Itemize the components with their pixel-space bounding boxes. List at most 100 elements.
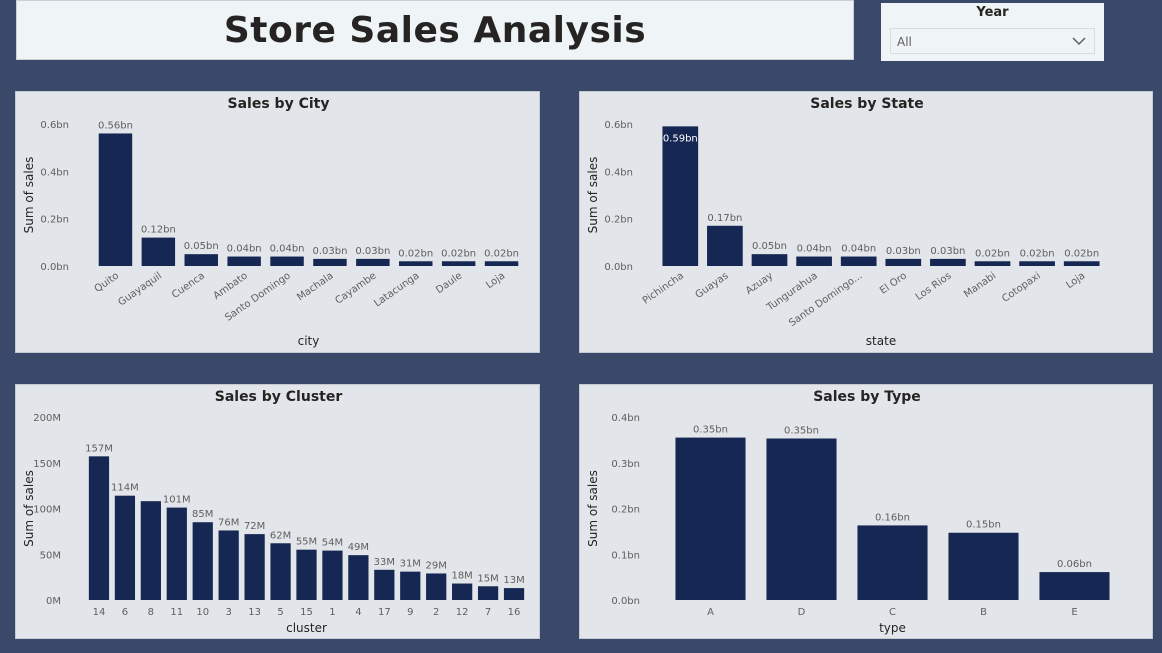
x-tick-label: 12: [456, 607, 469, 618]
data-label: 0.16bn: [875, 512, 910, 523]
bar-11[interactable]: [166, 507, 187, 600]
bar-C[interactable]: [857, 525, 928, 600]
bar-2[interactable]: [426, 573, 447, 600]
y-tick-label: 0.3bn: [611, 459, 640, 470]
y-tick-label: 0.4bn: [40, 167, 69, 178]
x-tick-label: 6: [122, 607, 128, 618]
data-label: 33M: [374, 557, 395, 568]
x-tick-label: 2: [433, 607, 439, 618]
bar-6[interactable]: [114, 495, 136, 600]
data-label: 0.03bn: [355, 246, 390, 257]
x-axis-label: cluster: [286, 621, 327, 635]
bar-Loja[interactable]: [484, 261, 519, 266]
year-slicer-label: Year: [976, 5, 1009, 20]
x-tick-label: 16: [508, 607, 521, 618]
year-dropdown[interactable]: All: [890, 28, 1095, 54]
bar-Ambato[interactable]: [227, 256, 261, 266]
x-tick-label: Guayaquil: [116, 270, 164, 308]
y-tick-label: 200M: [33, 413, 61, 424]
bar-Santo Domingo[interactable]: [270, 256, 304, 266]
bar-E[interactable]: [1039, 572, 1110, 600]
x-tick-label: Cuenca: [170, 270, 207, 300]
x-tick-label: B: [980, 607, 987, 618]
x-tick-label: C: [889, 607, 896, 618]
y-tick-label: 0M: [46, 596, 61, 607]
bar-Latacunga[interactable]: [399, 261, 433, 266]
bar-Quito[interactable]: [98, 133, 133, 266]
y-tick-label: 0.1bn: [611, 550, 640, 561]
bar-9[interactable]: [400, 571, 421, 600]
data-label: 29M: [426, 560, 447, 571]
bar-Los Rios[interactable]: [930, 258, 966, 266]
bar-Cayambe[interactable]: [356, 258, 390, 266]
bar-Manabi[interactable]: [974, 261, 1011, 266]
x-tick-label: 13: [248, 607, 261, 618]
bar-Guayas[interactable]: [707, 225, 743, 266]
data-label: 114M: [111, 483, 139, 494]
bar-El Oro[interactable]: [885, 258, 922, 266]
y-axis-label: Sum of sales: [586, 470, 600, 547]
x-tick-label: 7: [485, 607, 491, 618]
data-label: 54M: [322, 538, 343, 549]
sales-by-state-chart[interactable]: Sales by State 0.0bn 0.2bn 0.4bn 0.6bn Sum of…: [579, 91, 1153, 353]
data-label: 0.04bn: [797, 244, 832, 255]
bar-17[interactable]: [374, 569, 395, 600]
bar-1[interactable]: [322, 550, 343, 600]
bar-Cotopaxi[interactable]: [1019, 261, 1055, 266]
x-tick-label: Machala: [295, 270, 335, 303]
bar-10[interactable]: [192, 522, 213, 600]
data-label: 0.06bn: [1057, 559, 1092, 570]
year-dropdown-value: All: [897, 35, 912, 49]
bar-12[interactable]: [452, 583, 473, 600]
bar-D[interactable]: [766, 438, 837, 600]
data-label: 55M: [296, 537, 317, 548]
bar-Tungurahua[interactable]: [796, 256, 832, 266]
sales-by-cluster-chart[interactable]: Sales by Cluster 0M 50M 100M 150M 200M Sum of …: [15, 384, 540, 639]
bar-8[interactable]: [140, 501, 161, 600]
bar-5[interactable]: [270, 543, 291, 600]
y-tick-label: 0.6bn: [604, 120, 633, 131]
chevron-down-icon[interactable]: [1072, 35, 1086, 47]
bar-16[interactable]: [503, 588, 525, 600]
x-tick-label: E: [1071, 607, 1077, 618]
y-tick-label: 0.2bn: [40, 215, 69, 226]
x-tick-label: Cotopaxi: [1000, 270, 1043, 304]
bar-Daule[interactable]: [441, 261, 476, 266]
sales-by-city-chart[interactable]: Sales by City 0.0bn 0.2bn 0.4bn 0.6bn Sum of …: [15, 91, 540, 353]
bar-Cuenca[interactable]: [184, 254, 218, 266]
bar-13[interactable]: [244, 534, 265, 600]
x-tick-label: 15: [300, 607, 313, 618]
y-tick-label: 0.2bn: [611, 505, 640, 516]
data-label: 18M: [451, 571, 472, 582]
bar-A[interactable]: [675, 437, 746, 600]
chart-title: Sales by State: [810, 96, 923, 112]
data-label: 13M: [503, 575, 524, 586]
bar-4[interactable]: [348, 555, 369, 600]
bar-B[interactable]: [948, 532, 1019, 600]
bar-Loja[interactable]: [1063, 261, 1100, 266]
bar-7[interactable]: [477, 586, 499, 600]
bar-Pichincha[interactable]: [662, 126, 699, 266]
bar-Santo Domingo...[interactable]: [840, 256, 877, 266]
x-axis-label: state: [866, 334, 896, 348]
data-label: 0.03bn: [312, 246, 347, 257]
data-label: 0.12bn: [141, 225, 176, 236]
x-tick-label: 9: [407, 607, 413, 618]
bar-14[interactable]: [88, 456, 110, 600]
data-label: 15M: [477, 573, 498, 584]
x-tick-label: Quito: [93, 270, 121, 295]
y-tick-label: 0.2bn: [604, 215, 633, 226]
x-tick-label: Azuay: [744, 270, 775, 297]
bar-Azuay[interactable]: [751, 254, 788, 266]
x-tick-label: Loja: [1064, 270, 1087, 291]
data-label: 31M: [400, 559, 421, 570]
bar-15[interactable]: [296, 549, 317, 600]
x-tick-label: Daule: [434, 270, 464, 296]
y-axis-label: Sum of sales: [22, 157, 36, 234]
sales-by-type-chart[interactable]: Sales by Type 0.0bn 0.1bn 0.2bn 0.3bn 0.4bn Su…: [579, 384, 1153, 639]
bar-Guayaquil[interactable]: [141, 237, 176, 266]
data-label: 72M: [244, 521, 265, 532]
bar-3[interactable]: [218, 530, 239, 600]
data-label: 0.02bn: [484, 248, 519, 259]
bar-Machala[interactable]: [313, 258, 347, 266]
